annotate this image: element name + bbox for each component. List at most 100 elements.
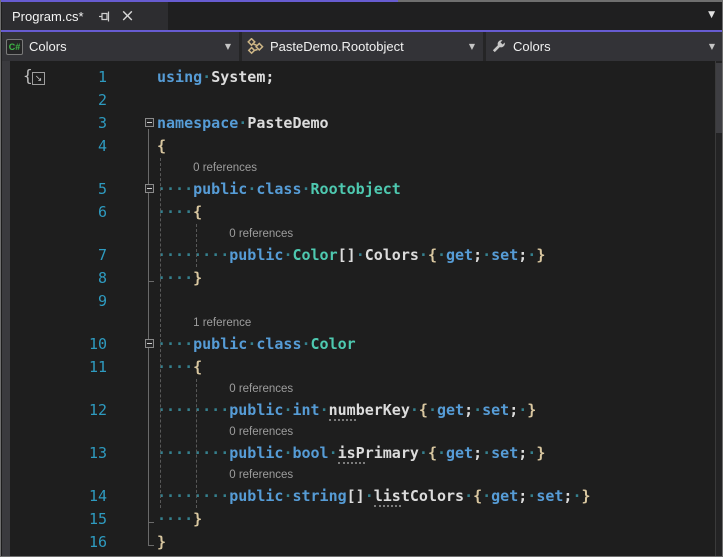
fold-margin (107, 531, 157, 554)
token-kw: bool (292, 444, 329, 462)
paste-options-icon[interactable]: { ↘ (23, 66, 51, 88)
codelens-text[interactable]: 0 references (157, 158, 710, 178)
token-lens: 0 references (193, 162, 258, 174)
fold-margin (107, 201, 157, 224)
code-text: { (157, 135, 710, 158)
token-kw: string (292, 487, 347, 505)
fold-margin (107, 112, 157, 135)
token-txt: ; (509, 401, 519, 419)
tab-program-cs[interactable]: Program.cs* × (2, 2, 168, 30)
code-line: 2 (10, 89, 710, 112)
code-text: ········public·bool·isPrimary·{·get;·set… (157, 442, 710, 465)
token-brace: } (157, 533, 167, 551)
token-txt: ; (518, 487, 528, 505)
fold-margin (107, 356, 157, 379)
token-ws: · (238, 114, 248, 132)
chevron-down-icon: ▼ (468, 42, 475, 51)
code-text: ····{ (157, 356, 710, 379)
token-txt: System; (211, 68, 275, 86)
token-kw: public (229, 487, 284, 505)
token-txt: ; (464, 401, 474, 419)
vertical-scrollbar[interactable] (715, 61, 722, 556)
token-kw: namespace (157, 114, 239, 132)
project-dropdown-label: Colors (29, 39, 67, 54)
wrench-property-icon (490, 38, 507, 55)
token-kw: class (256, 335, 302, 353)
tab-bar: Program.cs* × ▼ (2, 2, 722, 30)
code-text: ········public·int·numberKey·{·get;·set;… (157, 399, 710, 422)
token-kw: public (193, 335, 248, 353)
close-icon[interactable]: × (120, 8, 136, 25)
codelens-text[interactable]: 0 references (157, 379, 710, 399)
token-cls: Color (310, 335, 356, 353)
codelens-text[interactable]: 1 reference (157, 313, 710, 333)
fold-toggle-collapse[interactable] (145, 184, 154, 193)
token-lens: 0 references (229, 469, 294, 481)
navigation-bar: C# Colors ▼ PasteDemo.Rootobject ▼ Color… (2, 32, 722, 61)
line-number: 5 (97, 180, 107, 198)
token-txt: [] (337, 246, 356, 264)
code-text: ········public·string[]·listColors·{·get… (157, 485, 710, 508)
token-brace: { (427, 246, 437, 264)
code-text: namespace·PasteDemo (157, 112, 710, 135)
fold-margin (107, 89, 157, 112)
token-ws: · (473, 401, 483, 419)
token-kw: public (229, 401, 284, 419)
token-ws: · (364, 487, 374, 505)
token-ws: · (355, 246, 365, 264)
codelens-row: 0 references (10, 465, 710, 485)
token-ws: ········ (157, 246, 230, 264)
fold-toggle-collapse[interactable] (145, 339, 154, 348)
token-warn: lis (373, 487, 401, 507)
line-number: 3 (97, 114, 107, 132)
fold-margin (107, 290, 157, 313)
tab-list-dropdown-icon[interactable]: ▼ (708, 10, 715, 20)
csharp-project-icon: C# (6, 38, 23, 55)
token-txt: PasteDemo (247, 114, 329, 132)
code-line: 11 ····{ (10, 356, 710, 379)
paste-arrow-icon: ↘ (32, 72, 45, 85)
token-kw: public (193, 180, 248, 198)
code-text: ····{ (157, 201, 710, 224)
codelens-row: 0 references (10, 422, 710, 442)
fold-margin (107, 135, 157, 158)
scrollbar-thumb[interactable] (716, 63, 722, 133)
token-brace: { (157, 137, 167, 155)
token-ws: ···· (157, 269, 194, 287)
type-dropdown[interactable]: PasteDemo.Rootobject ▼ (242, 32, 483, 61)
token-ws: · (427, 401, 437, 419)
fold-toggle-collapse[interactable] (145, 118, 154, 127)
token-brace: } (193, 510, 203, 528)
codelens-text[interactable]: 0 references (157, 465, 710, 485)
fold-margin (107, 508, 157, 531)
codelens-row: 0 references (10, 379, 710, 399)
token-kw: public (229, 246, 284, 264)
token-ws: · (418, 444, 428, 462)
chevron-down-icon: ▼ (224, 42, 231, 51)
token-kw: set (536, 487, 564, 505)
line-number (10, 158, 107, 178)
token-ws: ···· (157, 358, 194, 376)
token-ws: · (202, 68, 212, 86)
class-icon (246, 37, 264, 56)
pin-icon[interactable] (98, 9, 112, 23)
codelens-text[interactable]: 0 references (157, 422, 710, 442)
vs-editor-window: Program.cs* × ▼ C# Colors ▼ PasteDemo.Ro… (0, 0, 723, 557)
indicator-margin (2, 61, 10, 556)
token-kw: set (491, 444, 519, 462)
chevron-down-icon: ▼ (708, 42, 715, 51)
line-number: 14 (88, 487, 107, 505)
project-dropdown[interactable]: C# Colors ▼ (2, 32, 239, 61)
code-line: 14 ········public·string[]·listColors·{·g… (10, 485, 710, 508)
fold-margin (107, 333, 157, 356)
fold-margin (107, 422, 157, 442)
code-editor[interactable]: 1 using·System; 2 3 namespace·PasteDemo 4{0 r… (2, 61, 722, 556)
token-txt: tColors (400, 487, 465, 505)
codelens-text[interactable]: 0 references (157, 224, 710, 244)
token-txt: ; (473, 246, 483, 264)
token-ws: ···· (157, 510, 194, 528)
member-dropdown[interactable]: Colors ▼ (486, 32, 722, 61)
token-ws: ···· (157, 180, 194, 198)
token-cls: Rootobject (310, 180, 401, 198)
